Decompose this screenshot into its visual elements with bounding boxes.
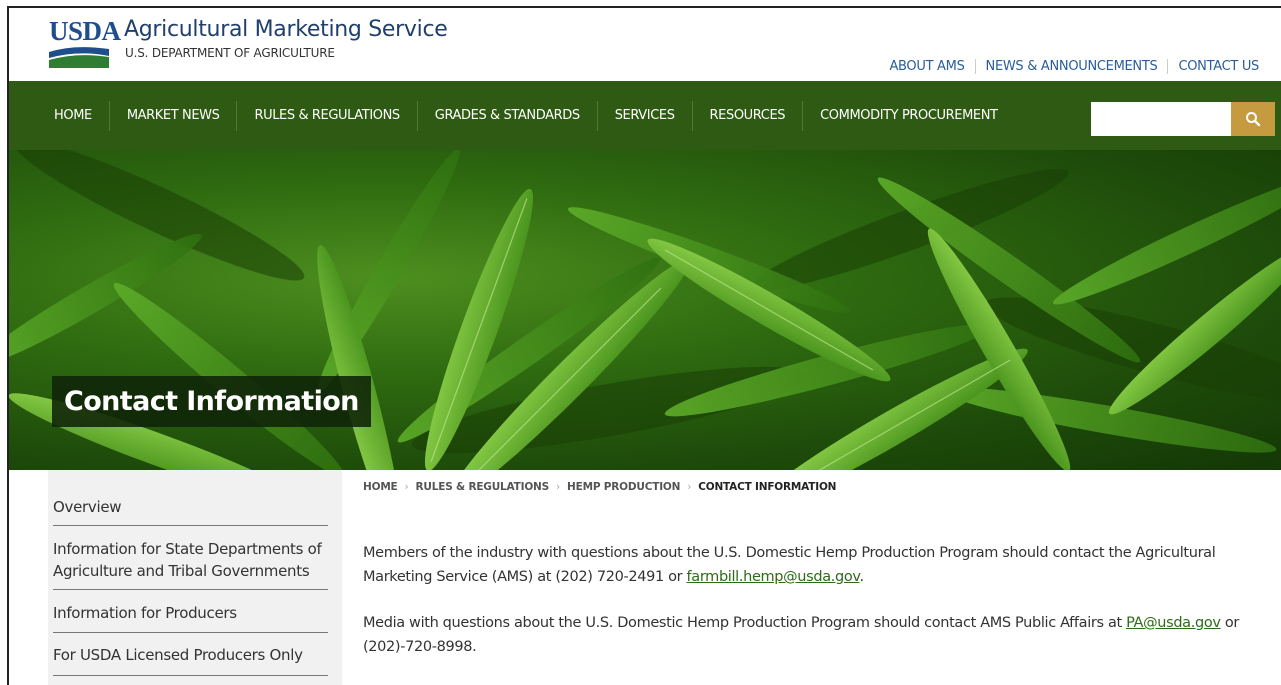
site-subtitle: U.S. DEPARTMENT OF AGRICULTURE (125, 46, 335, 60)
main-nav: HOME MARKET NEWS RULES & REGULATIONS GRA… (9, 81, 1281, 150)
section-sidebar: Overview Information for State Departmen… (48, 470, 342, 685)
utility-link-contact-us[interactable]: CONTACT US (1167, 59, 1269, 74)
utility-link-about-ams[interactable]: ABOUT AMS (879, 59, 974, 74)
farmbill-email-link[interactable]: farmbill.hemp@usda.gov (687, 569, 860, 585)
utility-nav: ABOUT AMS NEWS & ANNOUNCEMENTS CONTACT U… (879, 59, 1269, 74)
breadcrumb-rules-regulations[interactable]: RULES & REGULATIONS (416, 481, 550, 493)
usda-logo-text: USDA (49, 16, 121, 46)
usda-logo-hills-icon (49, 47, 109, 68)
search-box (1091, 102, 1275, 136)
nav-item-home[interactable]: HOME (43, 101, 109, 131)
nav-item-commodity-procurement[interactable]: COMMODITY PROCUREMENT (802, 100, 1014, 131)
sidebar-item-overview[interactable]: Overview (53, 496, 328, 526)
page-frame: USDA Agricultural Marketing Service U.S.… (7, 6, 1281, 685)
public-affairs-email-link[interactable]: PA@usda.gov (1126, 615, 1221, 631)
nav-item-grades-standards[interactable]: GRADES & STANDARDS (416, 100, 597, 131)
nav-item-services[interactable]: SERVICES (596, 100, 692, 131)
industry-contact-paragraph: Members of the industry with questions a… (363, 541, 1263, 589)
search-button[interactable] (1231, 102, 1275, 136)
search-icon (1246, 112, 1261, 127)
nav-item-resources[interactable]: RESOURCES (691, 100, 803, 131)
utility-link-news[interactable]: NEWS & ANNOUNCEMENTS (974, 59, 1168, 74)
breadcrumb-hemp-production[interactable]: HEMP PRODUCTION (567, 481, 680, 493)
breadcrumb-separator-icon: › (687, 481, 692, 493)
breadcrumb-separator-icon: › (404, 481, 409, 493)
sidebar-item-licensed-producers[interactable]: For USDA Licensed Producers Only (53, 644, 328, 676)
breadcrumb-separator-icon: › (556, 481, 561, 493)
sidebar-item-producers[interactable]: Information for Producers (53, 602, 328, 633)
site-header: USDA Agricultural Marketing Service U.S.… (9, 8, 1281, 81)
breadcrumb-home[interactable]: HOME (363, 481, 398, 493)
hero-banner: Contact Information (9, 150, 1281, 470)
page-title: Contact Information (52, 376, 371, 427)
media-contact-text: Media with questions about the U.S. Dome… (363, 615, 1127, 631)
industry-contact-end: . (859, 569, 864, 585)
breadcrumb: HOME › RULES & REGULATIONS › HEMP PRODUC… (363, 481, 836, 493)
usda-logo[interactable]: USDA (49, 18, 121, 68)
breadcrumb-current: CONTACT INFORMATION (698, 481, 837, 493)
search-input[interactable] (1091, 102, 1231, 136)
sidebar-item-state-departments[interactable]: Information for State Departments of Agr… (53, 538, 328, 590)
nav-item-rules-regulations[interactable]: RULES & REGULATIONS (236, 100, 416, 131)
nav-item-market-news[interactable]: MARKET NEWS (108, 100, 237, 131)
site-title[interactable]: Agricultural Marketing Service (124, 17, 448, 42)
media-contact-paragraph: Media with questions about the U.S. Dome… (363, 611, 1263, 659)
